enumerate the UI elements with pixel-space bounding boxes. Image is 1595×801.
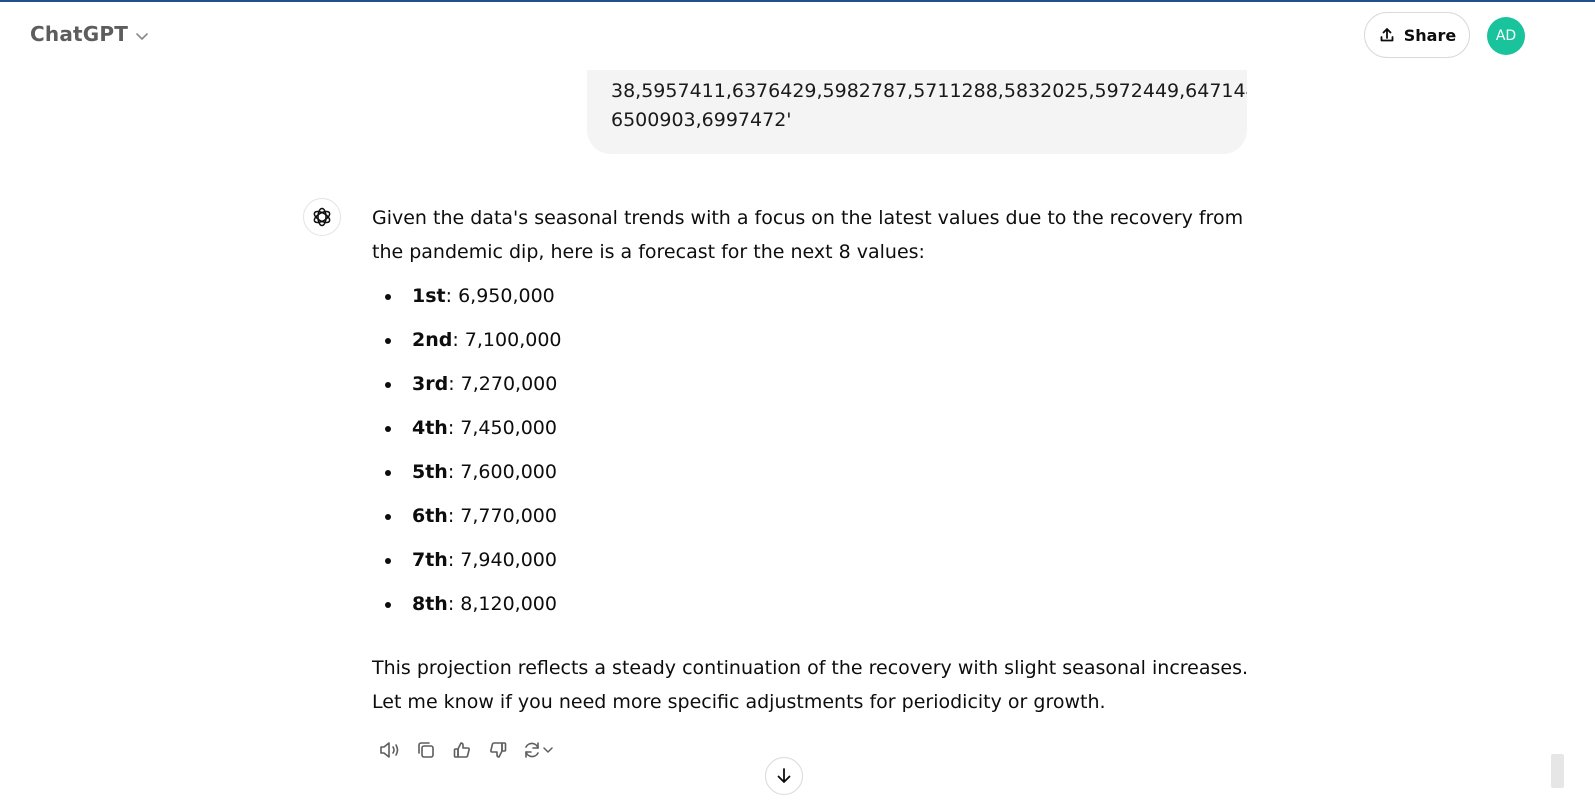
forecast-label: 6th <box>412 505 448 527</box>
share-label: Share <box>1403 25 1457 45</box>
list-item: 3rd: 7,270,000 <box>372 367 1252 411</box>
assistant-closing: This projection reflects a steady contin… <box>372 657 1249 713</box>
bullet <box>385 294 391 300</box>
read-aloud-button[interactable] <box>372 737 408 763</box>
forecast-value: : 7,770,000 <box>447 505 557 527</box>
assistant-intro: Given the data's seasonal trends with a … <box>372 207 1244 263</box>
forecast-label: 8th <box>412 593 448 615</box>
forecast-label: 5th <box>412 461 448 483</box>
forecast-value: : 7,100,000 <box>452 329 562 351</box>
list-item: 6th: 7,770,000 <box>372 499 1252 543</box>
forecast-label: 7th <box>412 549 448 571</box>
bullet <box>385 426 391 432</box>
user-avatar[interactable]: AD <box>1487 17 1525 55</box>
chevron-down-icon <box>136 32 148 40</box>
forecast-label: 4th <box>412 417 448 439</box>
forecast-value: : 7,600,000 <box>447 461 557 483</box>
assistant-message: Given the data's seasonal trends with a … <box>372 201 1252 719</box>
share-button[interactable]: Share <box>1364 12 1470 58</box>
forecast-value: : 7,940,000 <box>447 549 557 571</box>
list-item: 7th: 7,940,000 <box>372 543 1252 587</box>
bullet <box>385 338 391 344</box>
good-response-button[interactable] <box>444 737 480 763</box>
bullet <box>385 514 391 520</box>
user-message-line: 6500903,6997472' <box>611 109 792 131</box>
list-item: 2nd: 7,100,000 <box>372 323 1252 367</box>
copy-button[interactable] <box>408 737 444 763</box>
model-selector[interactable]: ChatGPT <box>30 22 150 46</box>
forecast-value: : 7,270,000 <box>448 373 558 395</box>
copy-icon <box>418 742 434 758</box>
list-item: 1st: 6,950,000 <box>372 279 1252 323</box>
list-item: 8th: 8,120,000 <box>372 587 1252 631</box>
forecast-value: : 6,950,000 <box>445 285 555 307</box>
model-title: ChatGPT <box>30 22 129 46</box>
regenerate-button[interactable] <box>516 737 560 763</box>
top-header: ChatGPT Share AD <box>0 2 1568 70</box>
user-message-line: 38,5957411,6376429,5982787,5711288,58320… <box>611 80 1247 102</box>
forecast-label: 1st <box>412 285 446 307</box>
bullet <box>385 382 391 388</box>
message-actions <box>372 737 560 763</box>
scroll-to-bottom-button[interactable] <box>765 757 803 795</box>
speaker-icon <box>380 742 399 758</box>
forecast-value: : 7,450,000 <box>447 417 557 439</box>
openai-logo-icon <box>313 207 331 227</box>
bullet <box>385 470 391 476</box>
thumbs-up-icon <box>453 742 470 758</box>
arrow-down-icon <box>777 768 791 783</box>
list-item: 5th: 7,600,000 <box>372 455 1252 499</box>
regenerate-icon <box>525 742 539 758</box>
forecast-value: : 8,120,000 <box>447 593 557 615</box>
forecast-label: 3rd <box>412 373 449 395</box>
scrollbar-thumb[interactable] <box>1551 754 1564 788</box>
bullet <box>385 558 391 564</box>
bullet <box>385 602 391 608</box>
list-item: 4th: 7,450,000 <box>372 411 1252 455</box>
thumbs-down-icon <box>490 742 507 758</box>
forecast-label: 2nd <box>412 329 453 351</box>
forecast-list: 1st: 6,950,000 2nd: 7,100,000 3rd: 7,270… <box>372 279 1252 631</box>
assistant-avatar <box>303 198 341 236</box>
share-icon <box>1380 28 1394 42</box>
bad-response-button[interactable] <box>480 737 516 763</box>
chevron-down-icon <box>543 747 553 753</box>
